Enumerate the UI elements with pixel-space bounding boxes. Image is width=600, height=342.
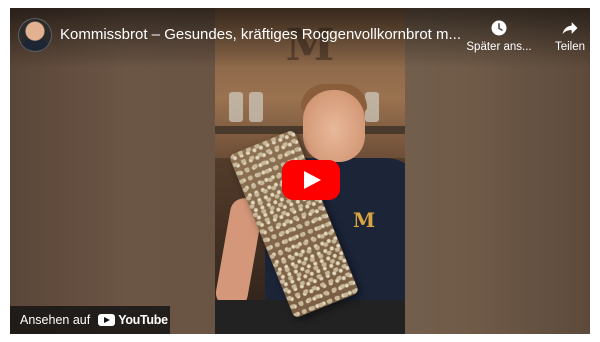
watch-later-button[interactable]: Später ans... <box>466 18 532 53</box>
clock-icon <box>491 20 507 36</box>
video-title[interactable]: Kommissbrot – Gesundes, kräftiges Roggen… <box>60 25 465 45</box>
youtube-logo: YouTube <box>98 313 168 327</box>
channel-avatar-icon[interactable] <box>18 18 52 52</box>
shelf-jar <box>229 92 243 122</box>
shirt-logo: M <box>353 208 376 232</box>
shelf-jar <box>249 92 263 122</box>
youtube-play-icon <box>98 314 116 326</box>
watch-on-youtube-button[interactable]: Ansehen auf YouTube <box>10 306 170 334</box>
play-icon <box>304 171 321 189</box>
watch-later-label: Später ans... <box>466 41 532 53</box>
share-label: Teilen <box>554 41 586 53</box>
youtube-wordmark: YouTube <box>118 313 168 327</box>
play-button[interactable] <box>282 160 340 200</box>
youtube-embed-player[interactable]: M M Kommissbrot – Gesundes, kräftiges Ro… <box>10 8 590 334</box>
share-button[interactable]: Teilen <box>545 18 590 53</box>
person-head <box>303 90 365 162</box>
shelf-jar <box>365 92 379 122</box>
watch-on-label: Ansehen auf <box>20 313 91 327</box>
share-arrow-icon <box>562 22 578 35</box>
